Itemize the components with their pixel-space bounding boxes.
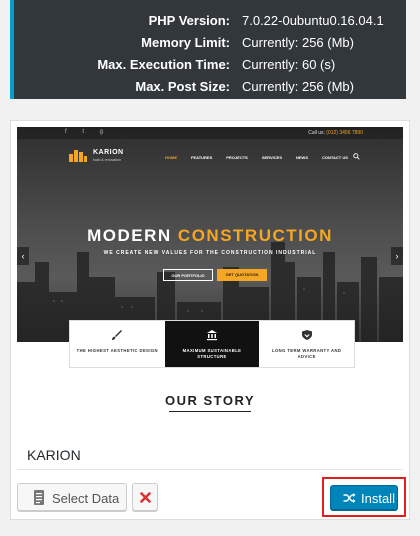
search-icon [353,153,360,160]
preview-nav-home: HOME [165,155,177,160]
max-post-size-label: Max. Post Size: [135,79,230,94]
preview-logo-text: KARION [93,149,124,156]
memory-limit-row: Memory Limit: Currently: 256 (Mb) [14,32,406,54]
story-underline [169,411,251,412]
install-highlight-frame: Install [322,477,406,517]
chevron-left-icon: ‹ [17,247,29,265]
feature-aesthetic: THE HIGHEST AESTHETIC DESIGN [70,321,165,367]
demo-preview-image[interactable]: f t g Call us: (012) 3456 7890 KARION bu… [17,127,403,443]
max-execution-time-row: Max. Execution Time: Currently: 60 (s) [14,54,406,76]
document-icon [34,490,44,505]
preview-story-title: OUR STORY [164,393,256,408]
feature-aesthetic-text: THE HIGHEST AESTHETIC DESIGN [76,348,158,353]
preview-nav-news: NEWS [295,155,308,160]
hero-title-modern: MODERN [87,226,172,245]
php-version-value: 7.0.22-0ubuntu0.16.04.1 [242,13,384,28]
max-execution-time-label: Max. Execution Time: [97,57,230,72]
shield-icon [301,330,312,340]
preview-quotation-button: GET QUOTATION [217,269,267,281]
max-execution-time-value: Currently: 60 (s) [242,57,336,72]
divider [17,469,403,470]
preview-nav-contact: CONTACT US [321,155,348,160]
preview-nav-features: FEATURES [191,155,213,160]
demo-card: f t g Call us: (012) 3456 7890 KARION bu… [10,120,410,520]
install-label: Install [361,491,395,506]
php-version-label: PHP Version: [148,13,230,28]
preview-portfolio-button: OUR PORTFOLIO [163,269,213,281]
memory-limit-label: Memory Limit: [141,35,230,50]
delete-button[interactable] [132,483,158,511]
chevron-right-icon: › [391,247,403,265]
preview-nav-projects: PROJECTS [226,155,248,160]
select-data-label: Select Data [52,491,120,506]
select-data-button[interactable]: Select Data [17,483,127,511]
install-button[interactable]: Install [330,485,398,510]
logo-icon [69,150,87,162]
preview-nav: HOME FEATURES PROJECTS SERVICES NEWS CON… [165,155,348,160]
shuffle-icon [343,493,356,503]
feature-warranty: LONG TERM WARRANTY AND ADVICE [259,321,354,367]
preview-hero-title: MODERN CONSTRUCTION [17,226,403,246]
server-info-panel: PHP Version: 7.0.22-0ubuntu0.16.04.1 Mem… [10,0,406,99]
feature-structure-text: MAXIMUM SUSTAINABLE STRUCTURE [182,348,242,359]
php-version-row: PHP Version: 7.0.22-0ubuntu0.16.04.1 [14,10,406,32]
preview-features: THE HIGHEST AESTHETIC DESIGN MAXIMUM SUS… [69,320,355,368]
preview-nav-services: SERVICES [261,155,282,160]
preview-logo-subtitle: build & renovation [93,158,122,162]
memory-limit-value: Currently: 256 (Mb) [242,35,354,50]
preview-hero-subtitle: WE CREATE NEW VALUES FOR THE CONSTRUCTIO… [103,250,317,256]
max-post-size-row: Max. Post Size: Currently: 256 (Mb) [14,76,406,98]
preview-hero: f t g Call us: (012) 3456 7890 KARION bu… [17,127,403,342]
social-icons: f t g [65,129,111,135]
preview-phone: Call us: (012) 3456 7890 [308,130,363,136]
demo-name: KARION [27,447,81,463]
paintbrush-icon [112,330,123,340]
close-icon [140,492,151,503]
preview-topbar: f t g Call us: (012) 3456 7890 [17,127,403,139]
bank-icon [207,330,217,341]
feature-warranty-text: LONG TERM WARRANTY AND ADVICE [272,348,342,359]
hero-title-construction: CONSTRUCTION [177,226,333,245]
feature-structure: MAXIMUM SUSTAINABLE STRUCTURE [164,321,260,367]
max-post-size-value: Currently: 256 (Mb) [242,79,354,94]
